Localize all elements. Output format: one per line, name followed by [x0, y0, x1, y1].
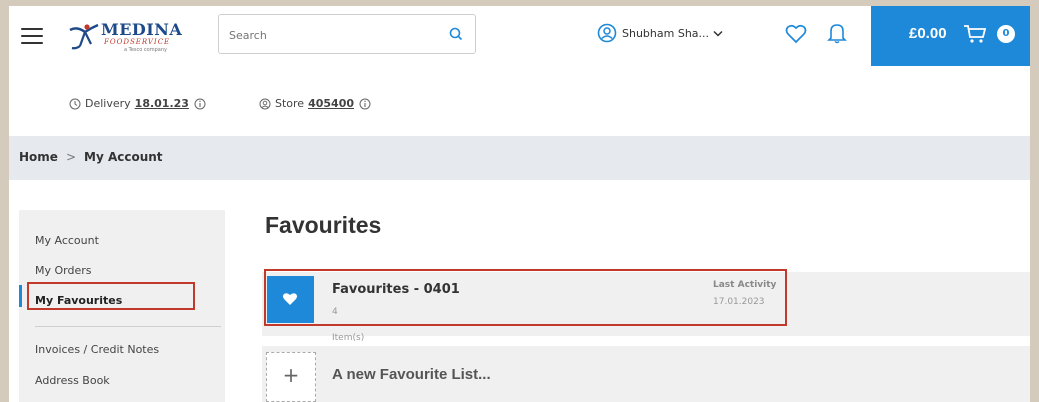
new-list-label[interactable]: A new Favourite List... — [332, 366, 491, 383]
sidebar-item-invoices[interactable]: Invoices / Credit Notes — [35, 343, 159, 356]
sidebar-item-my-orders[interactable]: My Orders — [35, 264, 92, 277]
logo-brand-text: MEDINA — [101, 20, 183, 39]
delivery-info: Delivery 18.01.23 — [69, 97, 206, 110]
breadcrumb-home[interactable]: Home — [19, 150, 58, 164]
sidebar-divider — [35, 326, 221, 327]
info-icon[interactable] — [194, 98, 206, 110]
bell-icon[interactable] — [827, 22, 847, 44]
store-info: Store 405400 — [259, 97, 371, 110]
page-title: Favourites — [265, 212, 382, 238]
brand-logo[interactable]: MEDINA FOODSERVICE a Tesco company — [67, 16, 187, 60]
search-input[interactable] — [227, 24, 431, 46]
clock-icon — [69, 98, 81, 109]
breadcrumb-current: My Account — [84, 150, 163, 164]
user-name: Shubham Sha... — [622, 26, 710, 40]
active-indicator — [19, 285, 22, 307]
sidebar-item-my-account[interactable]: My Account — [35, 234, 99, 247]
sidebar-item-address-book[interactable]: Address Book — [35, 374, 110, 387]
breadcrumb: Home > My Account — [9, 136, 1030, 180]
favourite-list-items-label: Item(s) — [332, 333, 365, 343]
search-icon[interactable] — [449, 27, 463, 41]
new-list-button[interactable]: + — [266, 352, 316, 402]
delivery-label: Delivery — [85, 97, 131, 110]
highlight-box — [264, 269, 787, 326]
store-number-link[interactable]: 405400 — [308, 97, 354, 110]
menu-icon[interactable] — [21, 28, 43, 44]
basket-button[interactable]: £0.00 0 — [871, 6, 1030, 66]
page-frame: MEDINA FOODSERVICE a Tesco company Shubh… — [9, 6, 1030, 402]
info-icon[interactable] — [359, 98, 371, 110]
delivery-date-link[interactable]: 18.01.23 — [135, 97, 189, 110]
basket-total: £0.00 — [909, 25, 947, 42]
logo-sub-text: FOODSERVICE — [104, 38, 171, 46]
heart-icon[interactable] — [785, 24, 807, 44]
chevron-down-icon — [713, 30, 723, 37]
logo-figure-icon — [69, 23, 99, 50]
breadcrumb-separator: > — [65, 150, 76, 164]
search-box — [218, 14, 476, 54]
user-menu[interactable]: Shubham Sha... — [597, 23, 723, 43]
highlight-box — [27, 282, 195, 310]
user-icon — [597, 23, 617, 43]
store-icon — [259, 98, 271, 109]
store-label: Store — [275, 97, 305, 110]
logo-tagline: a Tesco company — [124, 47, 167, 53]
cart-icon — [964, 25, 987, 43]
plus-icon: + — [282, 363, 300, 387]
basket-count-badge: 0 — [997, 25, 1015, 43]
